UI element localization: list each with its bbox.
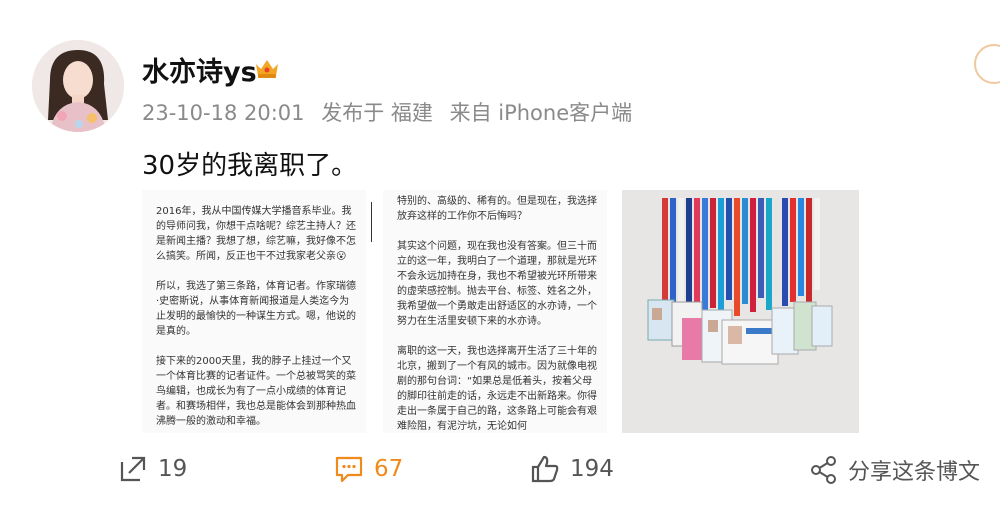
post-meta: 23-10-18 20:01 发布于 福建 来自 iPhone客户端 — [142, 97, 642, 127]
post-text: 30岁的我离职了。 — [142, 151, 358, 181]
post-source: 来自 iPhone客户端 — [449, 101, 633, 125]
share-label: 分享这条博文 — [848, 460, 981, 485]
image-divider — [371, 202, 372, 242]
repost-count: 19 — [158, 456, 188, 482]
image-2-text: 特别的、高级的、稀有的。但是现在，我选择放弃这样的工作你不后悔吗？ 其实这个问题… — [397, 196, 597, 432]
post-image-3[interactable] — [622, 190, 859, 433]
avatar[interactable] — [32, 40, 124, 132]
comment-button[interactable]: 67 — [334, 454, 403, 484]
crown-icon — [254, 56, 280, 80]
like-count: 194 — [570, 456, 614, 482]
follow-button[interactable] — [974, 44, 1000, 84]
share-button[interactable]: 分享这条博文 — [810, 454, 980, 486]
comment-icon — [335, 456, 363, 483]
post-location: 发布于 福建 — [321, 101, 433, 125]
action-bar: 19 67 194 分享这条博文 — [0, 448, 1000, 496]
image-1-text: 2016年，我从中国传媒大学播音系毕业。我的导师问我，你想干点啥呢？综艺主持人？… — [156, 206, 356, 427]
repost-button[interactable]: 19 — [118, 454, 187, 484]
like-button[interactable]: 194 — [530, 454, 614, 484]
repost-icon — [120, 456, 146, 482]
comment-count: 67 — [374, 456, 404, 482]
thumbs-up-icon — [531, 455, 559, 483]
post-image-1[interactable]: 2016年，我从中国传媒大学播音系毕业。我的导师问我，你想干点啥呢？综艺主持人？… — [142, 190, 366, 433]
username[interactable]: 水亦诗ys — [142, 50, 257, 89]
post-timestamp[interactable]: 23-10-18 20:01 — [142, 101, 305, 125]
post-image-2[interactable]: 特别的、高级的、稀有的。但是现在，我选择放弃这样的工作你不后悔吗？ 其实这个问题… — [383, 190, 607, 433]
share-icon — [811, 456, 836, 484]
lanyards-photo — [622, 190, 859, 433]
